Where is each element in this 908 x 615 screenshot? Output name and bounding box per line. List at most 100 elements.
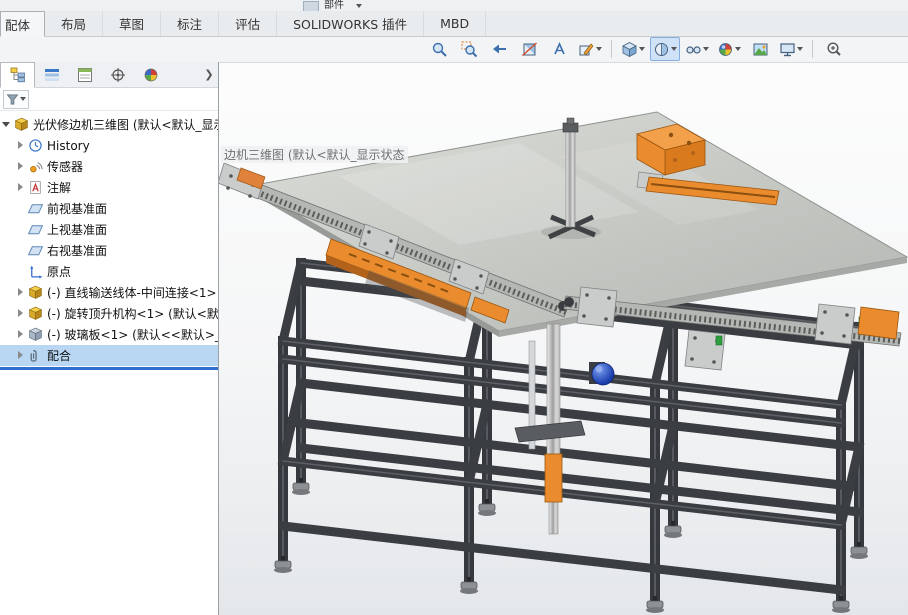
tree-item-label: 右视基准面 — [47, 242, 107, 259]
chevron-down-icon — [596, 47, 602, 51]
tree-item-label: (-) 直线输送线体-中间连接<1> (默 — [47, 284, 218, 301]
tab-markup[interactable]: 标注 — [161, 11, 219, 36]
tree-item-lift-component[interactable]: (-) 旋转顶升机构<1> (默认<默认_显 — [0, 303, 218, 324]
tree-item-label: 注解 — [47, 179, 71, 196]
tab-layout[interactable]: 布局 — [45, 11, 103, 36]
toolbar-separator — [611, 40, 612, 58]
apply-scene-button[interactable] — [746, 37, 774, 61]
view-settings-icon — [779, 41, 796, 58]
selection-tooltip: 边机三维图 (默认<默认_显示状态 — [221, 146, 408, 163]
tab-addins[interactable]: SOLIDWORKS 插件 — [277, 11, 424, 36]
tab-dimxpert-manager[interactable] — [101, 62, 134, 87]
tree-item-top-plane[interactable]: 上视基准面 — [0, 219, 218, 240]
section-view-button[interactable] — [515, 37, 543, 61]
tree-item-label: 配合 — [47, 347, 71, 364]
insert-component-label[interactable]: 部件 — [324, 0, 344, 11]
property-manager-icon — [77, 67, 93, 83]
zoom-area-icon — [461, 41, 478, 58]
panel-tab-bar: ❯ — [0, 62, 218, 88]
tab-mbd[interactable]: MBD — [424, 11, 486, 36]
tree-item-label: (-) 旋转顶升机构<1> (默认<默认_显 — [47, 305, 218, 322]
dimxpert-icon — [110, 67, 126, 83]
tab-feature-tree[interactable] — [0, 62, 35, 88]
assembly-icon — [28, 285, 43, 300]
display-style-button[interactable] — [650, 37, 680, 61]
model-lift-mechanism[interactable] — [515, 324, 614, 534]
tab-property-manager[interactable] — [68, 62, 101, 87]
tree-root-assembly[interactable]: 光伏修边机三维图 (默认<默认_显示状态 — [0, 114, 218, 135]
arrow-spacer — [16, 203, 27, 214]
edit-appearance-button[interactable] — [714, 37, 744, 61]
arrow-spacer — [16, 224, 27, 235]
sensor-icon — [28, 159, 43, 174]
hide-show-items-icon — [685, 41, 702, 58]
view-orientation-icon — [621, 41, 638, 58]
expand-arrow[interactable] — [16, 140, 27, 151]
expand-arrow[interactable] — [2, 119, 13, 130]
clipped-toolbar: 部件 — [0, 0, 908, 11]
plane-icon — [28, 243, 43, 258]
expand-arrow[interactable] — [16, 308, 27, 319]
tree-item-glass-component[interactable]: (-) 玻璃板<1> (默认<<默认>_显示 — [0, 324, 218, 345]
origin-icon — [28, 264, 43, 279]
expand-arrow[interactable] — [16, 350, 27, 361]
chevron-down-icon — [671, 47, 677, 51]
section-view-icon — [521, 41, 538, 58]
plane-icon — [28, 201, 43, 216]
tree-item-conveyor-component[interactable]: (-) 直线输送线体-中间连接<1> (默 — [0, 282, 218, 303]
expand-arrow[interactable] — [16, 182, 27, 193]
tree-item-mates[interactable]: 配合 — [0, 345, 218, 366]
chevron-down-icon — [20, 97, 26, 101]
expand-arrow[interactable] — [16, 329, 27, 340]
headsup-toolbar-strip — [0, 36, 908, 63]
view-orientation-button[interactable] — [618, 37, 648, 61]
chevron-down-icon — [797, 47, 803, 51]
zoom-fit-icon — [431, 41, 448, 58]
panel-overflow-chevron[interactable]: ❯ — [200, 62, 218, 87]
tree-item-label: 光伏修边机三维图 (默认<默认_显示状态 — [33, 116, 218, 133]
view-settings-button[interactable] — [776, 37, 806, 61]
display-style-icon — [653, 41, 670, 58]
tree-item-sensors[interactable]: 传感器 — [0, 156, 218, 177]
filter-button[interactable] — [3, 90, 29, 109]
tree-item-right-plane[interactable]: 右视基准面 — [0, 240, 218, 261]
assembly-icon — [28, 306, 43, 321]
part-icon — [28, 327, 43, 342]
tree-item-history[interactable]: History — [0, 135, 218, 156]
tab-appearances[interactable] — [134, 62, 167, 87]
history-icon — [28, 138, 43, 153]
feature-tree-icon — [10, 67, 26, 83]
zoom-fit-button[interactable] — [425, 37, 453, 61]
plane-icon — [28, 222, 43, 237]
zoom-area-button[interactable] — [455, 37, 483, 61]
insert-component-icon[interactable] — [303, 1, 319, 11]
tree-item-origin[interactable]: 原点 — [0, 261, 218, 282]
rollback-bar[interactable] — [0, 367, 218, 370]
3d-drawing-view-button[interactable] — [575, 37, 605, 61]
tab-evaluate[interactable]: 评估 — [219, 11, 277, 36]
magnifying-glass-button[interactable] — [819, 37, 847, 61]
tab-assembly[interactable]: 配体 — [0, 11, 45, 37]
edit-appearance-icon — [717, 41, 734, 58]
tree-item-label: (-) 玻璃板<1> (默认<<默认>_显示 — [47, 326, 218, 343]
graphics-area[interactable]: 边机三维图 (默认<默认_显示状态 — [219, 36, 908, 615]
chevron-down-icon — [356, 4, 362, 8]
tree-item-front-plane[interactable]: 前视基准面 — [0, 198, 218, 219]
model-3d[interactable] — [219, 36, 908, 615]
hide-show-items-button[interactable] — [682, 37, 712, 61]
tab-sketch[interactable]: 草图 — [103, 11, 161, 36]
previous-view-button[interactable] — [485, 37, 513, 61]
tree-item-annotations[interactable]: 注解 — [0, 177, 218, 198]
tab-display-manager[interactable] — [35, 62, 68, 87]
display-manager-icon — [44, 67, 60, 83]
commandmanager-tab-bar: 配体 布局 草图 标注 评估 SOLIDWORKS 插件 MBD — [0, 11, 908, 37]
expand-arrow[interactable] — [16, 287, 27, 298]
tree-item-label: 传感器 — [47, 158, 83, 175]
apply-scene-icon — [752, 41, 769, 58]
dynamic-annotation-button[interactable] — [545, 37, 573, 61]
chevron-down-icon — [735, 47, 741, 51]
chevron-down-icon — [639, 47, 645, 51]
expand-arrow[interactable] — [16, 161, 27, 172]
tree-filter-row — [0, 88, 218, 111]
filter-funnel-icon — [6, 93, 19, 106]
